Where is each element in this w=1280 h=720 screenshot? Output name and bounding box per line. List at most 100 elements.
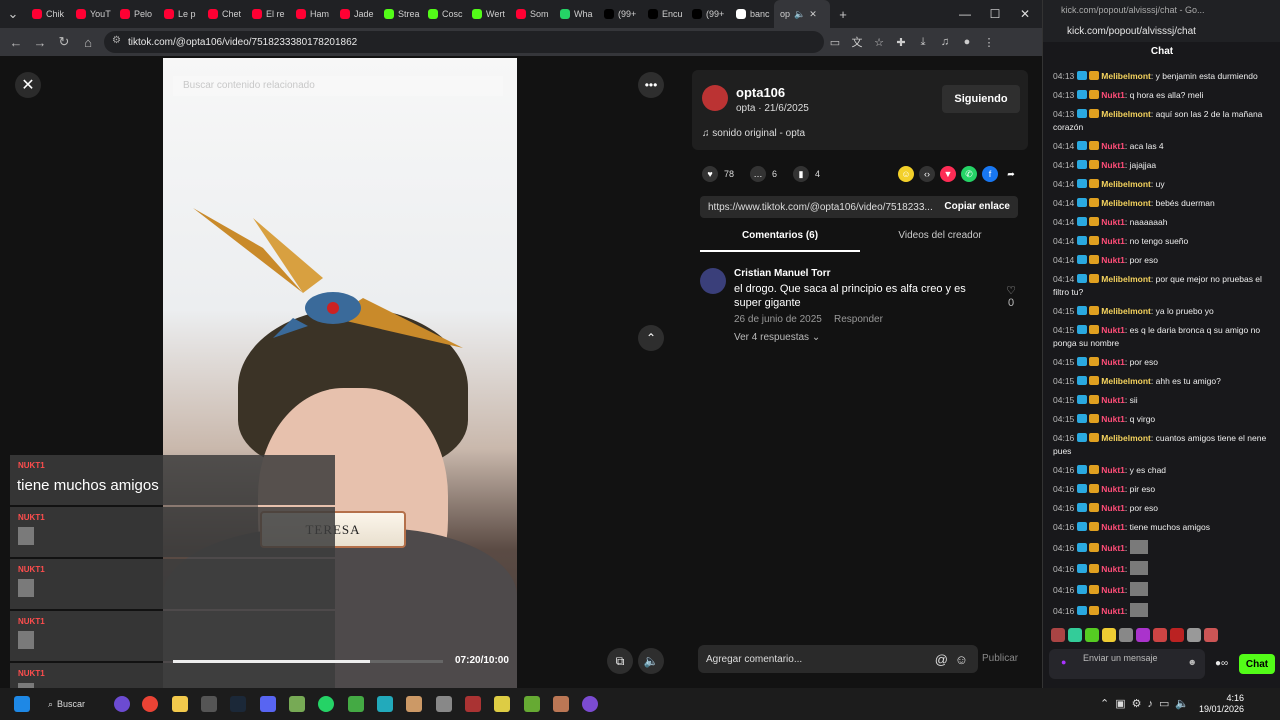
- message-username[interactable]: Nukt1: [1101, 503, 1125, 513]
- view-replies-button[interactable]: Ver 4 respuestas ⌄: [734, 332, 820, 343]
- like-button[interactable]: ♥ 78: [702, 166, 734, 182]
- message-username[interactable]: Nukt1: [1101, 141, 1125, 151]
- send-icon[interactable]: ▼: [940, 166, 956, 182]
- emote-icon[interactable]: [1068, 628, 1082, 642]
- repost-icon[interactable]: ☺: [898, 166, 914, 182]
- browser-tab[interactable]: Strea: [378, 0, 422, 28]
- browser-tab[interactable]: Pelo: [114, 0, 158, 28]
- message-username[interactable]: Melibelmont: [1101, 306, 1151, 316]
- back-icon[interactable]: ←: [4, 35, 28, 50]
- forward-icon[interactable]: →: [28, 35, 52, 50]
- save-button[interactable]: ▮ 4: [793, 166, 820, 182]
- mic-icon[interactable]: ●: [1061, 657, 1066, 668]
- bookmark-star-icon[interactable]: ☆: [868, 36, 890, 49]
- following-button[interactable]: Siguiendo: [942, 85, 1020, 113]
- close-tab-icon[interactable]: ✕: [809, 9, 817, 20]
- emoji-icon[interactable]: ☺: [955, 652, 968, 667]
- chat-send-button[interactable]: Chat: [1239, 654, 1275, 674]
- steam-icon[interactable]: [230, 696, 246, 712]
- browser-tab[interactable]: Ham: [290, 0, 334, 28]
- app-icon[interactable]: [201, 696, 217, 712]
- comment-button[interactable]: … 6: [750, 166, 777, 182]
- site-info-icon[interactable]: ⚙: [112, 35, 121, 46]
- reload-icon[interactable]: ↻: [52, 34, 76, 50]
- message-username[interactable]: Melibelmont: [1101, 71, 1151, 81]
- app-icon[interactable]: [289, 696, 305, 712]
- new-tab-button[interactable]: +: [830, 7, 856, 22]
- discord-icon[interactable]: [260, 696, 276, 712]
- message-username[interactable]: Nukt1: [1101, 255, 1125, 265]
- share-link-box[interactable]: https://www.tiktok.com/@opta106/video/75…: [700, 196, 1018, 218]
- download-icon[interactable]: ⤓: [912, 36, 934, 49]
- close-window-icon[interactable]: ✕: [1010, 0, 1040, 28]
- menu-icon[interactable]: ⋮: [978, 36, 1000, 49]
- browser-tab[interactable]: Som: [510, 0, 554, 28]
- message-username[interactable]: Nukt1: [1101, 236, 1125, 246]
- emote-icon[interactable]: [1102, 628, 1116, 642]
- extensions-icon[interactable]: ✚: [890, 36, 912, 49]
- tab-comments[interactable]: Comentarios (6): [700, 230, 860, 252]
- author-name[interactable]: opta106: [736, 85, 785, 100]
- address-bar[interactable]: ⚙ tiktok.com/@opta106/video/751823338017…: [104, 31, 824, 53]
- browser-tab[interactable]: Wha: [554, 0, 598, 28]
- cast-icon[interactable]: ▭: [824, 36, 846, 49]
- profile-avatar[interactable]: ●: [956, 36, 978, 48]
- publish-button[interactable]: Publicar: [982, 653, 1018, 664]
- message-username[interactable]: Melibelmont: [1101, 109, 1151, 119]
- translate-icon[interactable]: 文: [846, 34, 868, 50]
- browser-tab[interactable]: El re: [246, 0, 290, 28]
- browser-tab[interactable]: Encu: [642, 0, 686, 28]
- reply-button[interactable]: Responder: [834, 314, 883, 325]
- users-icon[interactable]: ●∞: [1215, 658, 1228, 669]
- app-icon[interactable]: [406, 696, 422, 712]
- video-progress-bar[interactable]: [173, 660, 443, 663]
- emoji-icon[interactable]: ☻: [1188, 657, 1197, 668]
- volume-icon[interactable]: 🔈: [638, 648, 664, 674]
- message-username[interactable]: Melibelmont: [1101, 433, 1151, 443]
- message-username[interactable]: Melibelmont: [1101, 198, 1151, 208]
- cortana-icon[interactable]: [114, 696, 130, 712]
- emote-icon[interactable]: [1119, 628, 1133, 642]
- comment-input[interactable]: Agregar comentario... @ ☺: [698, 645, 978, 673]
- whatsapp-icon[interactable]: ✆: [961, 166, 977, 182]
- chrome-icon[interactable]: [142, 696, 158, 712]
- message-username[interactable]: Nukt1: [1101, 217, 1125, 227]
- browser-tab[interactable]: (99+: [598, 0, 642, 28]
- emote-icon[interactable]: [1153, 628, 1167, 642]
- browser-tab[interactable]: Jade: [334, 0, 378, 28]
- message-username[interactable]: Nukt1: [1101, 90, 1125, 100]
- facebook-icon[interactable]: f: [982, 166, 998, 182]
- commenter-avatar[interactable]: [700, 268, 726, 294]
- active-browser-tab[interactable]: op 🔈 ✕: [774, 0, 830, 28]
- video-search-input[interactable]: Buscar contenido relacionado: [173, 76, 503, 96]
- emote-icon[interactable]: [1204, 628, 1218, 642]
- embed-icon[interactable]: ‹›: [919, 166, 935, 182]
- message-username[interactable]: Nukt1: [1101, 465, 1125, 475]
- browser-tab[interactable]: Cosc: [422, 0, 466, 28]
- system-clock[interactable]: 4:16 19/01/2026: [1199, 693, 1244, 715]
- previous-video-icon[interactable]: ⌃: [638, 325, 664, 351]
- maximize-icon[interactable]: ☐: [980, 0, 1010, 28]
- app-icon[interactable]: [465, 696, 481, 712]
- author-avatar[interactable]: [702, 85, 728, 111]
- app-icon[interactable]: [436, 696, 452, 712]
- message-username[interactable]: Nukt1: [1101, 484, 1125, 494]
- emote-icon[interactable]: [1136, 628, 1150, 642]
- more-options-icon[interactable]: •••: [638, 72, 664, 98]
- message-username[interactable]: Nukt1: [1101, 543, 1125, 553]
- browser-tab[interactable]: YouT: [70, 0, 114, 28]
- message-username[interactable]: Nukt1: [1101, 585, 1125, 595]
- message-username[interactable]: Nukt1: [1101, 325, 1125, 335]
- app-icon[interactable]: [582, 696, 598, 712]
- mention-icon[interactable]: @: [935, 652, 948, 667]
- comment-like-button[interactable]: ♡ 0: [1004, 284, 1018, 309]
- message-username[interactable]: Melibelmont: [1101, 274, 1151, 284]
- browser-tab[interactable]: banc: [730, 0, 774, 28]
- close-video-button[interactable]: ✕: [15, 72, 41, 98]
- browser-tab[interactable]: Chik: [26, 0, 70, 28]
- taskbar-search[interactable]: ⌕ Buscar: [48, 694, 108, 714]
- chat-message-input[interactable]: ● Enviar un mensaje ☻: [1049, 649, 1205, 679]
- tab-search-icon[interactable]: ⌄: [0, 6, 26, 22]
- media-icon[interactable]: ♫: [934, 36, 956, 48]
- app-icon[interactable]: [524, 696, 540, 712]
